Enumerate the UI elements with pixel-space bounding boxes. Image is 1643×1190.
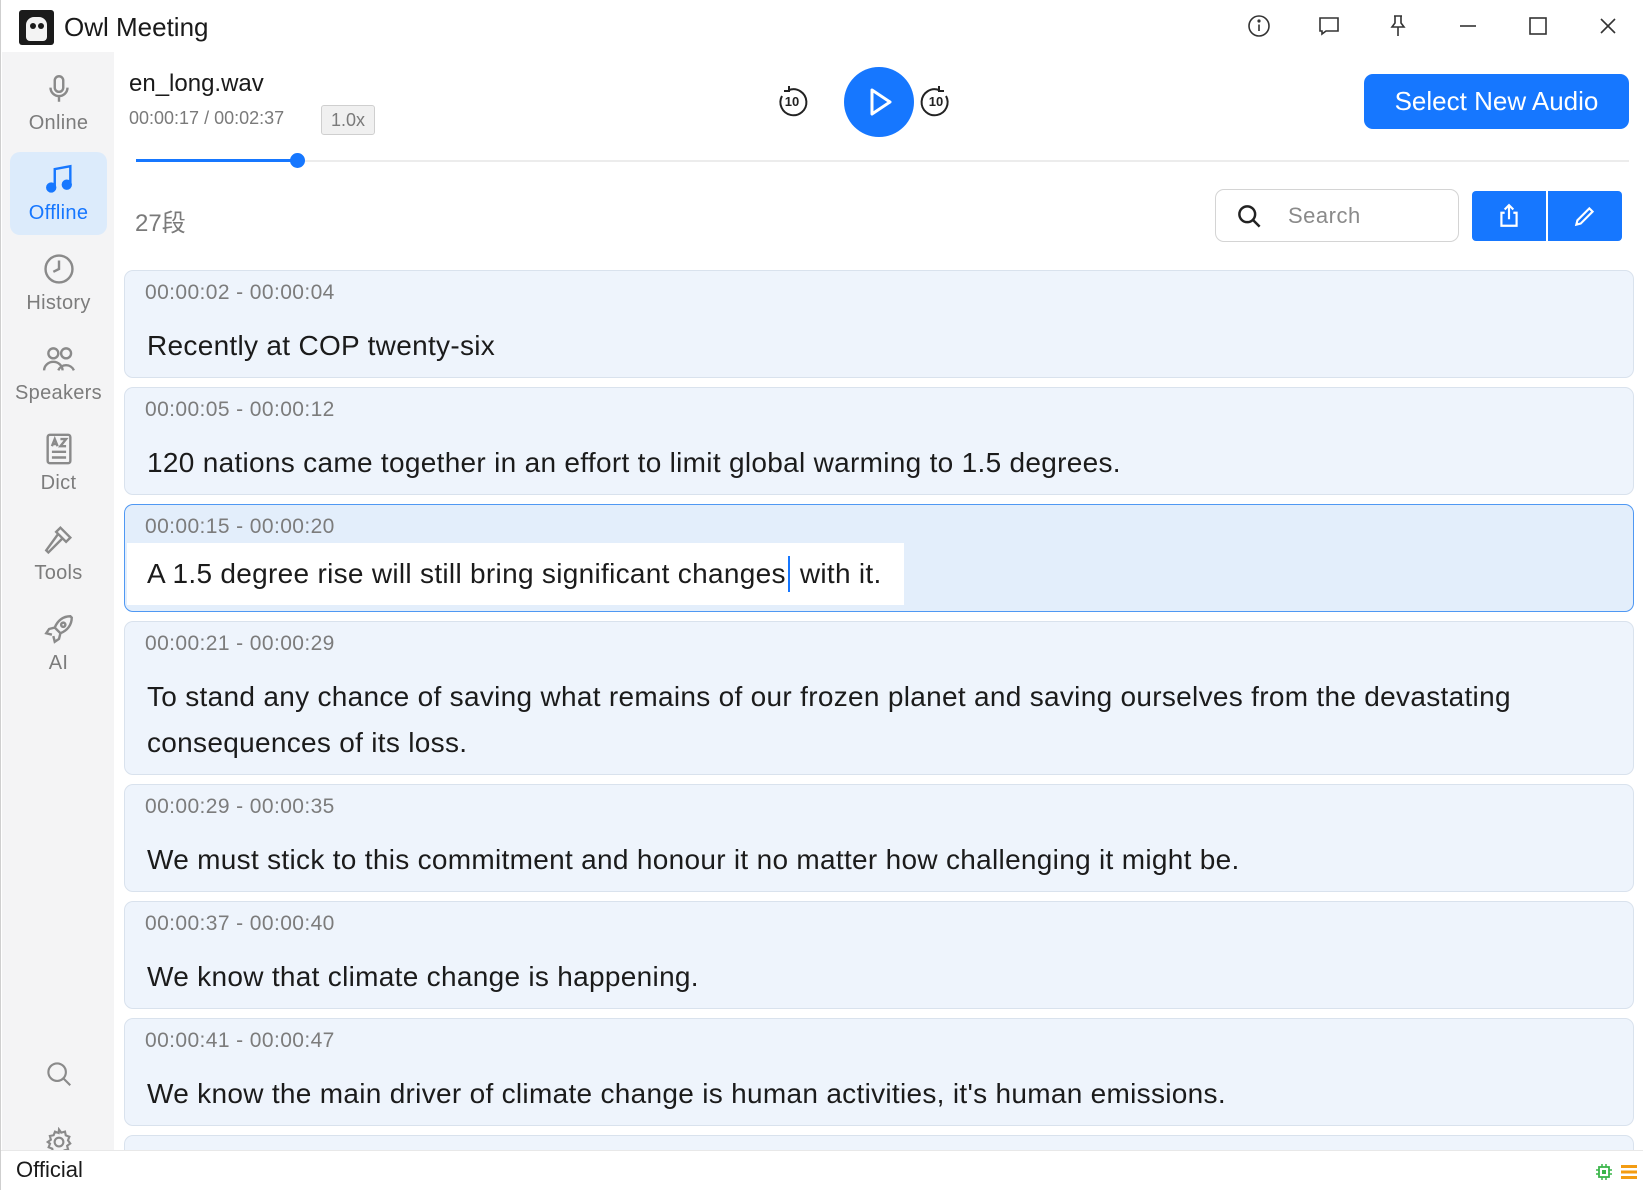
title-bar: Owl Meeting: [1, 0, 1643, 52]
transcript-segment[interactable]: 00:00:21 - 00:00:29 To stand any chance …: [124, 621, 1634, 775]
sidebar-item-label: Online: [28, 112, 89, 134]
select-new-audio-button[interactable]: Select New Audio: [1364, 74, 1629, 129]
maximize-icon[interactable]: [1518, 8, 1558, 44]
progress-fill: [136, 159, 298, 162]
sidebar-item-label: Tools: [34, 562, 83, 584]
segment-time: 00:00:02 - 00:00:04: [145, 281, 335, 304]
share-icon: [1500, 203, 1518, 227]
people-icon: [42, 347, 75, 371]
text-caret: [787, 555, 790, 592]
forward-10-button[interactable]: 10: [918, 84, 954, 120]
hammer-icon: [44, 525, 72, 555]
owl-logo-icon: [19, 10, 54, 45]
app-title: Owl Meeting: [64, 12, 209, 42]
clock-icon: [43, 254, 74, 284]
sidebar-item-dict[interactable]: Dict: [10, 422, 107, 505]
transcript-segment-partial[interactable]: [124, 1135, 1634, 1150]
sidebar-item-speakers[interactable]: Speakers: [10, 332, 107, 415]
close-icon[interactable]: [1588, 8, 1628, 44]
sidebar-item-label: Speakers: [15, 382, 102, 404]
segment-time: 00:00:21 - 00:00:29: [145, 632, 335, 655]
search-icon: [1238, 205, 1261, 228]
segment-text[interactable]: We know that climate change is happening…: [147, 954, 1587, 1000]
edit-button[interactable]: [1548, 191, 1622, 241]
chip-icon: [1596, 1164, 1612, 1180]
segment-time: 00:00:15 - 00:00:20: [145, 515, 335, 538]
segment-text[interactable]: 120 nations came together in an effort t…: [147, 440, 1587, 486]
segment-text-editor[interactable]: A 1.5 degree rise will still bring signi…: [127, 543, 904, 605]
segment-text[interactable]: We know the main driver of climate chang…: [147, 1071, 1587, 1117]
app-window: Owl Meeting Online Offline History Speak…: [0, 0, 1643, 1190]
segment-time: 00:00:05 - 00:00:12: [145, 398, 335, 421]
sidebar-item-tools[interactable]: Tools: [10, 512, 107, 595]
playback-progress-slider[interactable]: [136, 153, 1629, 168]
segment-text[interactable]: Recently at COP twenty-six: [147, 323, 1587, 369]
segment-count: 27段: [135, 210, 186, 237]
playback-time: 00:00:17 / 00:02:37: [129, 108, 285, 128]
pencil-icon: [1574, 206, 1595, 227]
play-icon: [870, 88, 892, 116]
rewind-10-button[interactable]: 10: [774, 84, 810, 120]
export-button[interactable]: [1472, 191, 1546, 241]
transcript-segment[interactable]: 00:00:41 - 00:00:47 We know the main dri…: [124, 1018, 1634, 1126]
play-button[interactable]: [844, 67, 914, 137]
text-after-caret: with it.: [791, 558, 882, 589]
text-before-caret: A 1.5 degree rise will still bring signi…: [147, 558, 786, 589]
rocket-icon: [43, 615, 73, 644]
status-bar: Official: [1, 1150, 1643, 1190]
transcript-segment[interactable]: 00:00:37 - 00:00:40 We know that climate…: [124, 901, 1634, 1009]
sidebar-item-online[interactable]: Online: [10, 62, 107, 145]
sidebar-item-label: History: [26, 292, 91, 314]
status-text: Official: [16, 1157, 83, 1182]
progress-thumb[interactable]: [290, 153, 306, 168]
segment-time: 00:00:37 - 00:00:40: [145, 912, 335, 935]
segment-text[interactable]: We must stick to this commitment and hon…: [147, 837, 1587, 883]
sidebar-item-label: AI: [48, 652, 69, 674]
microphone-icon: [48, 75, 69, 102]
transcript-segment[interactable]: 00:00:02 - 00:00:04 Recently at COP twen…: [124, 270, 1634, 378]
feedback-icon[interactable]: [1309, 8, 1349, 44]
segment-text[interactable]: To stand any chance of saving what remai…: [147, 674, 1587, 766]
sidebar-item-ai[interactable]: AI: [10, 602, 107, 685]
sidebar-item-label: Offline: [28, 202, 89, 224]
music-note-icon: [45, 164, 72, 193]
playback-speed-button[interactable]: 1.0x: [321, 105, 376, 135]
sidebar-search-button[interactable]: [37, 1052, 81, 1096]
search-input[interactable]: [1288, 198, 1448, 234]
search-box[interactable]: [1215, 189, 1459, 242]
search-icon: [47, 1062, 72, 1087]
info-icon[interactable]: [1239, 8, 1279, 44]
segment-time: 00:00:29 - 00:00:35: [145, 795, 335, 818]
sidebar-item-history[interactable]: History: [10, 242, 107, 325]
transcript-list: 00:00:02 - 00:00:04 Recently at COP twen…: [124, 270, 1634, 1150]
transcript-segment[interactable]: 00:00:29 - 00:00:35 We must stick to thi…: [124, 784, 1634, 892]
transcript-segment-active[interactable]: 00:00:15 - 00:00:20 A 1.5 degree rise wi…: [124, 504, 1634, 612]
segment-time: 00:00:41 - 00:00:47: [145, 1029, 335, 1052]
list-icon[interactable]: [1620, 1163, 1638, 1181]
transcript-segment[interactable]: 00:00:05 - 00:00:12 120 nations came tog…: [124, 387, 1634, 495]
sidebar-item-label: Dict: [40, 472, 77, 494]
pin-icon[interactable]: [1378, 8, 1418, 44]
sidebar: Online Offline History Speakers Dict Too…: [2, 52, 114, 1157]
file-name: en_long.wav: [129, 70, 264, 97]
sidebar-item-offline[interactable]: Offline: [10, 152, 107, 235]
minimize-icon[interactable]: [1448, 8, 1488, 44]
dictionary-icon: [45, 433, 72, 465]
